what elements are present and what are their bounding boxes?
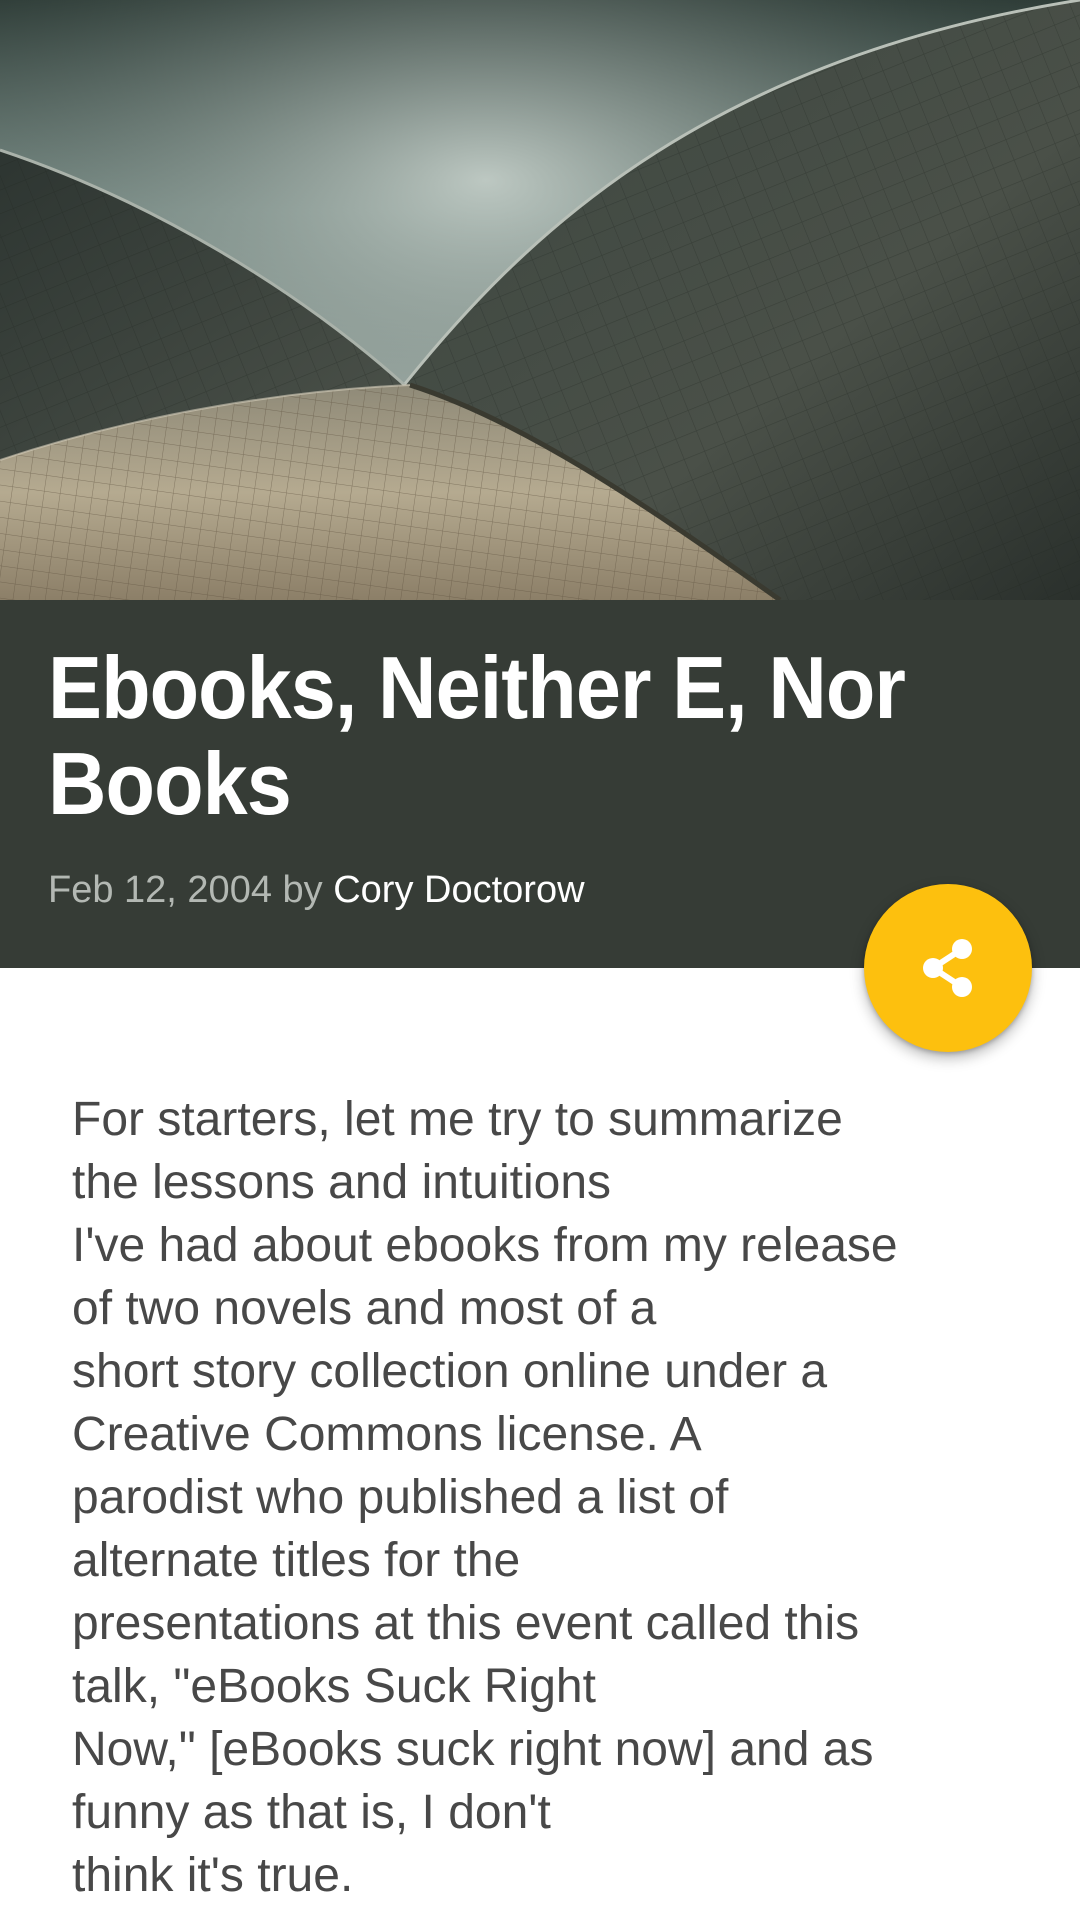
byline-prefix: by xyxy=(282,869,323,911)
body-line: Now," [eBooks suck right now] and as xyxy=(72,1723,874,1776)
article-date: Feb 12, 2004 xyxy=(48,869,272,911)
body-line: presentations at this event called this xyxy=(72,1597,860,1650)
body-line: short story collection online under a xyxy=(72,1345,828,1398)
article-title: Ebooks, Neither E, Nor Books xyxy=(48,638,906,833)
hero-image xyxy=(0,0,1080,600)
share-icon xyxy=(923,939,972,997)
body-line: I've had about ebooks from my release xyxy=(72,1219,898,1272)
share-button[interactable] xyxy=(864,884,1032,1052)
body-line: the lessons and intuitions xyxy=(72,1156,612,1209)
article-body: For starters, let me try to summarize th… xyxy=(72,1088,1032,1907)
body-line: think it's true. xyxy=(72,1849,354,1902)
body-line: alternate titles for the xyxy=(72,1534,521,1587)
body-line: For starters, let me try to summarize xyxy=(72,1093,843,1146)
body-line: parodist who published a list of xyxy=(72,1471,729,1524)
body-line: talk, "eBooks Suck Right xyxy=(72,1660,596,1713)
body-line: Creative Commons license. A xyxy=(72,1408,702,1461)
body-line: of two novels and most of a xyxy=(72,1282,657,1335)
article-meta: Feb 12, 2004 by Cory Doctorow xyxy=(48,866,585,914)
body-line: funny as that is, I don't xyxy=(72,1786,551,1839)
author-link[interactable]: Cory Doctorow xyxy=(333,869,584,911)
